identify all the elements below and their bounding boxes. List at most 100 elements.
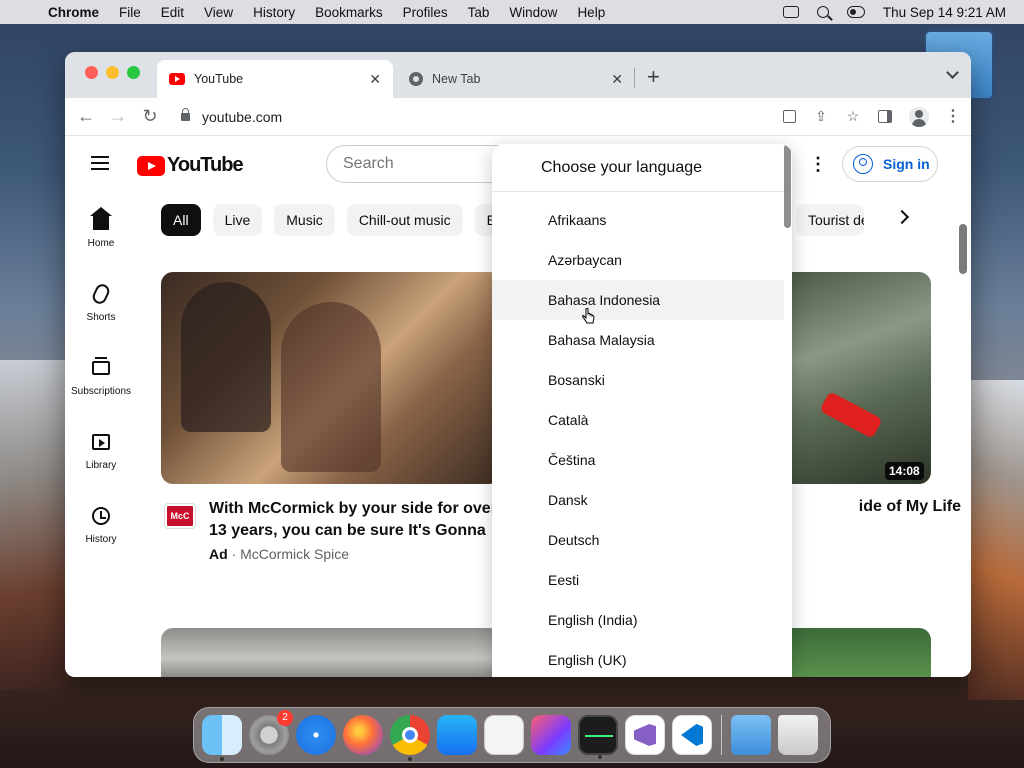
address-bar[interactable]: youtube.com <box>171 102 771 132</box>
library-icon <box>90 431 112 453</box>
menu-view[interactable]: View <box>194 5 243 20</box>
menu-tab[interactable]: Tab <box>458 5 500 20</box>
guide-menu-icon[interactable] <box>91 156 109 170</box>
textedit-icon[interactable] <box>484 715 524 755</box>
firefox-icon[interactable] <box>343 715 383 755</box>
guide-item-label: Shorts <box>86 312 116 323</box>
menu-window[interactable]: Window <box>499 5 567 20</box>
tab-title: YouTube <box>194 72 244 86</box>
menu-app-name[interactable]: Chrome <box>38 5 109 20</box>
chip-live[interactable]: Live <box>212 204 263 236</box>
folder-icon[interactable] <box>731 715 771 755</box>
video-title[interactable]: With McCormick by your side for over 13 … <box>209 498 499 542</box>
menu-bookmarks[interactable]: Bookmarks <box>305 5 393 20</box>
settings-more-icon[interactable]: ⋮ <box>809 154 827 175</box>
channel-name[interactable]: McCormick Spice <box>240 546 349 562</box>
back-button[interactable]: ← <box>75 106 97 128</box>
minimize-window-button[interactable] <box>106 66 119 79</box>
language-menu: Choose your language Afrikaans Azərbaycan… <box>492 144 792 677</box>
youtube-favicon-icon <box>169 73 185 85</box>
profile-avatar-icon[interactable] <box>909 106 929 127</box>
sign-in-button[interactable]: Sign in <box>842 146 938 182</box>
pointer-hand-cursor-icon <box>582 308 595 324</box>
tab-divider <box>634 68 635 88</box>
chip-chill-out-music[interactable]: Chill-out music <box>346 204 463 236</box>
safari-icon[interactable] <box>296 715 336 755</box>
visual-studio-icon[interactable] <box>625 715 665 755</box>
language-option[interactable]: English (UK) <box>492 640 784 677</box>
notification-badge: 2 <box>277 710 293 726</box>
language-option[interactable]: Afrikaans <box>492 200 784 240</box>
chrome-window: YouTube ✕ New Tab ✕ + ← → ↻ youtube.com … <box>65 52 971 677</box>
video-thumbnail[interactable] <box>791 272 931 484</box>
side-panel-icon[interactable] <box>877 109 893 125</box>
youtube-logo[interactable]: YouTube <box>137 154 244 177</box>
language-option[interactable]: Bahasa Malaysia <box>492 320 784 360</box>
reload-button[interactable]: ↻ <box>139 106 161 128</box>
screen-mirroring-icon[interactable] <box>782 6 799 18</box>
zoom-window-button[interactable] <box>127 66 140 79</box>
video-thumbnail[interactable] <box>161 272 501 484</box>
finder-icon[interactable] <box>202 715 242 761</box>
control-center-icon[interactable] <box>846 6 865 18</box>
forward-button[interactable]: → <box>107 106 129 128</box>
guide-item-home[interactable]: Home <box>65 192 137 266</box>
vscode-icon[interactable] <box>672 715 712 755</box>
chip-next-chevron-icon[interactable] <box>894 209 910 225</box>
chrome-menu-icon[interactable]: ⋮ <box>945 108 961 125</box>
bookmark-star-icon[interactable]: ☆ <box>845 108 861 125</box>
url-text[interactable]: youtube.com <box>202 109 282 125</box>
menu-profiles[interactable]: Profiles <box>393 5 458 20</box>
close-tab-icon[interactable]: ✕ <box>369 71 381 88</box>
chip-tourist[interactable]: Tourist de <box>796 204 864 236</box>
tab-search-chevron-icon[interactable] <box>946 66 959 79</box>
sign-in-label: Sign in <box>883 156 930 172</box>
menu-clock[interactable]: Thu Sep 14 9:21 AM <box>883 5 1006 20</box>
language-option[interactable]: Dansk <box>492 480 784 520</box>
guide-item-shorts[interactable]: Shorts <box>65 266 137 340</box>
menu-file[interactable]: File <box>109 5 151 20</box>
language-option[interactable]: Deutsch <box>492 520 784 560</box>
guide-item-subscriptions[interactable]: Subscriptions <box>65 340 137 414</box>
guide-item-label: History <box>85 534 117 545</box>
language-option[interactable]: English (India) <box>492 600 784 640</box>
chip-music[interactable]: Music <box>274 204 335 236</box>
language-menu-scrollbar[interactable] <box>784 144 791 228</box>
chip-all[interactable]: All <box>161 204 201 236</box>
language-option[interactable]: Eesti <box>492 560 784 600</box>
youtube-page: YouTube Search ⋮ Sign in Home Shorts Sub… <box>65 136 971 677</box>
lock-icon[interactable] <box>181 107 190 121</box>
chrome-icon[interactable] <box>390 715 430 761</box>
guide-item-history[interactable]: History <box>65 488 137 562</box>
install-app-icon[interactable] <box>781 109 797 125</box>
language-option[interactable]: Bahasa Indonesia <box>492 280 784 320</box>
spotlight-search-icon[interactable] <box>816 6 829 18</box>
shortcuts-icon[interactable] <box>531 715 571 755</box>
video-title[interactable]: ide of My Life <box>859 498 961 516</box>
close-window-button[interactable] <box>85 66 98 79</box>
dock-divider <box>721 715 722 755</box>
language-option[interactable]: Català <box>492 400 784 440</box>
new-tab-button[interactable]: + <box>647 64 660 90</box>
menu-edit[interactable]: Edit <box>151 5 194 20</box>
activity-monitor-icon[interactable] <box>578 715 618 759</box>
shorts-icon <box>90 281 112 307</box>
menu-help[interactable]: Help <box>567 5 615 20</box>
system-settings-icon[interactable]: 2 <box>249 710 293 755</box>
language-option[interactable]: Azərbaycan <box>492 240 784 280</box>
trash-icon[interactable] <box>778 715 818 755</box>
share-icon[interactable]: ⇪ <box>813 108 829 125</box>
tab-youtube[interactable]: YouTube ✕ <box>157 60 393 98</box>
channel-avatar[interactable]: McC <box>165 504 195 528</box>
video-thumbnail[interactable] <box>161 628 501 677</box>
language-option[interactable]: Čeština <box>492 440 784 480</box>
video-thumbnail[interactable] <box>791 628 931 677</box>
close-tab-icon[interactable]: ✕ <box>611 71 623 88</box>
language-option[interactable]: Bosanski <box>492 360 784 400</box>
tab-new-tab[interactable]: New Tab ✕ <box>397 60 635 98</box>
page-scrollbar[interactable] <box>959 224 967 274</box>
menu-history[interactable]: History <box>243 5 305 20</box>
dock: 2 <box>193 707 831 763</box>
guide-item-library[interactable]: Library <box>65 414 137 488</box>
app-store-icon[interactable] <box>437 715 477 755</box>
